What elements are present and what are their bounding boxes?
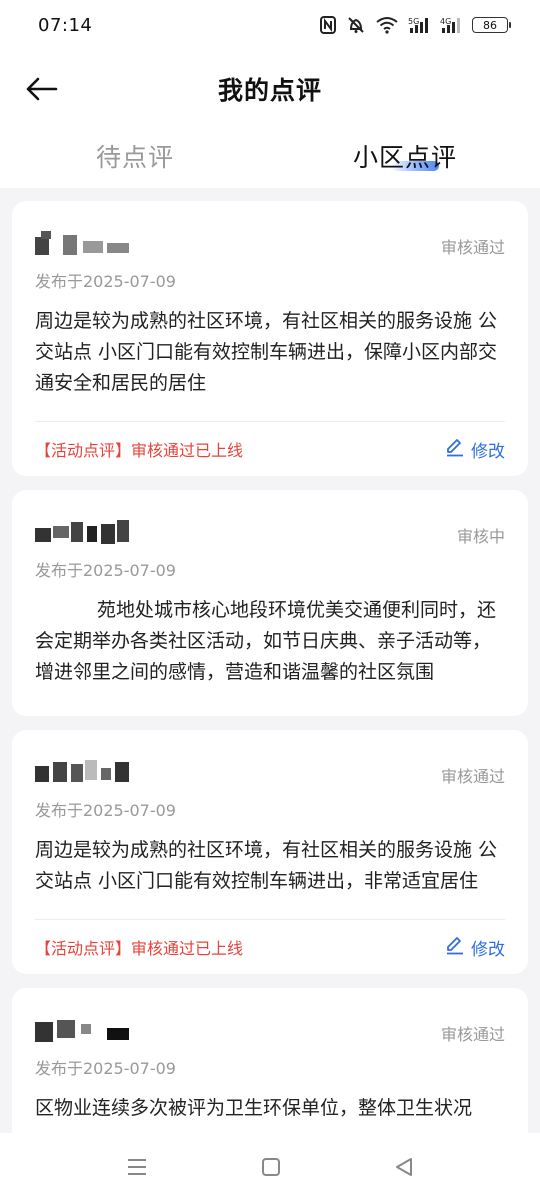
signal-5g-icon: 5G xyxy=(408,16,430,34)
status-bar: 07:14 5G 4G 86 xyxy=(0,0,540,50)
svg-text:4G: 4G xyxy=(440,17,451,26)
edit-pencil-icon xyxy=(445,935,465,960)
home-square-icon[interactable] xyxy=(260,1156,282,1178)
review-content: 周边是较为成熟的社区环境，有社区相关的服务设施 公交站点 小区门口能有效控制车辆… xyxy=(35,839,498,892)
tabs: 待点评 小区点评 xyxy=(0,128,540,188)
review-status: 审核通过 xyxy=(440,767,505,786)
nfc-icon xyxy=(320,16,336,34)
activity-review-badge: 【活动点评】审核通过已上线 xyxy=(35,939,244,958)
edit-button[interactable]: 修改 xyxy=(445,437,505,462)
publish-date: 发布于2025-07-09 xyxy=(35,272,176,291)
review-content: 区物业连续多次被评为卫生环保单位，整体卫生状况 xyxy=(35,1097,473,1119)
community-name-redacted xyxy=(35,231,135,255)
edit-label: 修改 xyxy=(471,441,505,462)
community-name-redacted xyxy=(35,520,135,544)
status-time: 07:14 xyxy=(38,14,93,36)
edit-label: 修改 xyxy=(471,939,505,960)
publish-date: 发布于2025-07-09 xyxy=(35,1059,176,1078)
community-name-redacted xyxy=(35,760,135,784)
header: 我的点评 xyxy=(0,50,540,128)
menu-icon[interactable] xyxy=(125,1156,149,1178)
battery-icon: 86 xyxy=(472,17,511,33)
back-triangle-icon[interactable] xyxy=(393,1156,415,1178)
review-list[interactable]: 审核通过 发布于2025-07-09 周边是较为成熟的社区环境，有社区相关的服务… xyxy=(12,201,528,1178)
tab-community-review[interactable]: 小区点评 xyxy=(270,128,540,188)
wifi-icon xyxy=(376,16,398,34)
review-content: 周边是较为成熟的社区环境，有社区相关的服务设施 公交站点 小区门口能有效控制车辆… xyxy=(35,310,498,394)
community-name-redacted xyxy=(35,1018,135,1042)
review-status: 审核通过 xyxy=(440,238,505,257)
edit-pencil-icon xyxy=(445,437,465,462)
tab-label: 待点评 xyxy=(95,143,174,172)
review-content: 苑地处城市核心地段环境优美交通便利同时，还会定期举办各类社区活动，如节日庆典、亲… xyxy=(35,599,497,683)
review-status: 审核中 xyxy=(456,527,505,546)
review-status: 审核通过 xyxy=(440,1025,505,1044)
system-nav-bar xyxy=(0,1133,540,1200)
tab-label: 小区点评 xyxy=(352,143,457,172)
review-card[interactable]: 审核通过 发布于2025-07-09 周边是较为成熟的社区环境，有社区相关的服务… xyxy=(12,730,528,974)
publish-date: 发布于2025-07-09 xyxy=(35,801,176,820)
tab-pending-review[interactable]: 待点评 xyxy=(0,128,270,188)
signal-4g-icon: 4G xyxy=(440,16,462,34)
mute-bell-icon xyxy=(346,16,366,34)
review-card[interactable]: 审核通过 发布于2025-07-09 周边是较为成熟的社区环境，有社区相关的服务… xyxy=(12,201,528,476)
publish-date: 发布于2025-07-09 xyxy=(35,561,176,580)
edit-button[interactable]: 修改 xyxy=(445,935,505,960)
back-arrow-icon[interactable] xyxy=(24,72,60,106)
review-card[interactable]: 审核中 发布于2025-07-09 苑地处城市核心地段环境优美交通便利同时，还会… xyxy=(12,490,528,716)
svg-text:5G: 5G xyxy=(408,17,419,26)
page-title: 我的点评 xyxy=(217,76,322,105)
activity-review-badge: 【活动点评】审核通过已上线 xyxy=(35,441,244,460)
status-icons: 5G 4G 86 xyxy=(320,16,511,34)
